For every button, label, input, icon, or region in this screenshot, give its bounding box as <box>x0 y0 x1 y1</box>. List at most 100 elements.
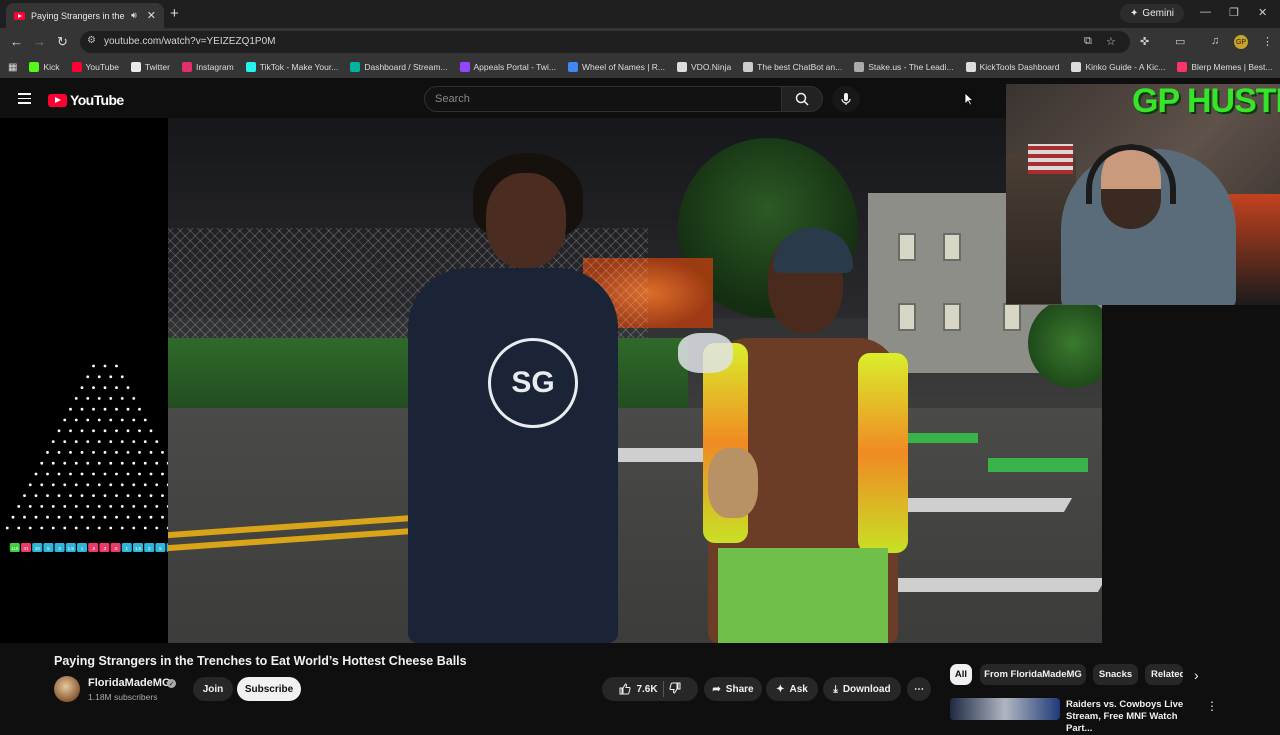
chip-related[interactable]: Related <box>1145 664 1183 685</box>
guest-bag <box>708 448 758 518</box>
interviewer-figure <box>408 268 618 643</box>
chip-all[interactable]: All <box>950 664 972 685</box>
thumbs-up-icon <box>619 683 632 695</box>
bookmark-item[interactable]: Kinko Guide - A Kic... <box>1071 62 1165 72</box>
ask-button[interactable]: ✦ Ask <box>766 677 818 701</box>
install-app-icon[interactable]: ⧉ <box>1084 35 1092 48</box>
plinko-peg <box>69 494 72 497</box>
reload-icon[interactable]: ↻ <box>57 34 68 50</box>
browser-tab-active[interactable]: Paying Strangers in the Trenches 🔊︎ ✕ <box>6 3 164 28</box>
site-info-icon[interactable]: ⚙︎ <box>87 35 96 46</box>
bookmark-item[interactable]: KickTools Dashboard <box>965 62 1059 72</box>
bookmark-item[interactable]: Appeals Portal - Twi... <box>459 62 556 72</box>
plinko-multiplier: .3 <box>99 543 110 552</box>
plinko-peg <box>115 386 118 389</box>
plinko-peg <box>138 472 141 476</box>
svg-text:.3: .3 <box>103 546 107 551</box>
plinko-peg <box>161 515 164 519</box>
bookmark-item[interactable]: VDO.Ninja <box>677 62 731 72</box>
back-arrow-icon[interactable]: ← <box>10 34 23 49</box>
microphone-hand <box>678 333 733 373</box>
url-text[interactable]: youtube.com/watch?v=YEIZEZQ1P0M <box>104 36 275 47</box>
plinko-peg <box>126 429 130 433</box>
plinko-peg <box>132 418 136 422</box>
plinko-peg <box>63 418 67 422</box>
voice-search-button[interactable] <box>832 86 860 112</box>
dislike-button[interactable] <box>668 682 681 697</box>
bookmark-item[interactable]: Instagram <box>181 62 234 72</box>
speaker-icon[interactable]: 🔊︎ <box>131 10 137 21</box>
bookmark-item[interactable]: Stake.us - The Leadi... <box>854 62 954 72</box>
plinko-peg <box>115 429 118 433</box>
plinko-peg <box>86 418 90 422</box>
omnibox[interactable]: ⚙︎ youtube.com/watch?v=YEIZEZQ1P0M <box>80 31 1130 53</box>
recommended-title[interactable]: Raiders vs. Cowboys Live Stream, Free MN… <box>1066 699 1196 735</box>
video-player[interactable]: SG <box>168 118 1102 643</box>
plinko-peg <box>103 494 107 497</box>
bookmark-item[interactable]: The best ChatBot an... <box>743 62 842 72</box>
plinko-multiplier: 1.5 <box>65 543 76 552</box>
plinko-peg <box>92 515 95 519</box>
plinko-peg <box>69 451 72 454</box>
subscribe-button[interactable]: Subscribe <box>237 677 301 701</box>
bookmark-item[interactable]: Blerp Memes | Best... <box>1177 62 1272 72</box>
plinko-peg <box>74 397 78 400</box>
new-tab-button[interactable]: + <box>170 5 179 22</box>
profile-avatar[interactable]: GP <box>1234 35 1248 49</box>
menu-kebab-icon[interactable]: ⋮ <box>1262 35 1273 48</box>
close-tab-icon[interactable]: ✕ <box>147 9 156 22</box>
extensions-icon[interactable]: ✜ <box>1140 35 1149 48</box>
search-input[interactable]: Search <box>424 86 782 112</box>
plinko-peg <box>97 461 101 465</box>
bookmark-item[interactable]: Twitter <box>130 62 170 72</box>
plinko-peg <box>57 494 61 497</box>
more-dots-icon: ⋯ <box>914 683 924 695</box>
plinko-peg <box>132 483 136 487</box>
minimize-icon[interactable]: — <box>1200 6 1211 18</box>
channel-avatar[interactable] <box>54 676 80 702</box>
bookmark-item[interactable]: TikTok - Make Your... <box>245 62 338 72</box>
share-button[interactable]: ➦ Share <box>704 677 762 701</box>
hamburger-menu-icon[interactable] <box>18 93 31 104</box>
plinko-peg <box>109 461 113 465</box>
bookmark-item[interactable]: Kick <box>29 62 60 72</box>
chip-from-channel[interactable]: From FloridaMadeMG <box>980 664 1086 685</box>
cast-icon[interactable]: ▭ <box>1175 35 1185 48</box>
gemini-button[interactable]: ✦ Gemini <box>1120 4 1184 23</box>
svg-text:.5: .5 <box>91 546 95 551</box>
media-controls-icon[interactable]: ♫ <box>1211 35 1219 47</box>
plinko-peg <box>115 494 118 497</box>
bookmark-item[interactable]: Wheel of Names | R... <box>568 62 665 72</box>
sparkle-icon: ✦ <box>1129 8 1139 19</box>
chevron-right-icon[interactable]: › <box>1194 667 1199 683</box>
join-button[interactable]: Join <box>193 677 233 701</box>
apps-grid-icon[interactable]: ▦ <box>8 62 17 73</box>
bookmark-item[interactable]: YouTube <box>71 62 119 72</box>
like-button[interactable]: 7.6K <box>619 683 658 695</box>
plinko-peg <box>103 407 107 411</box>
plinko-peg <box>138 451 141 454</box>
chip-snacks[interactable]: Snacks <box>1093 664 1138 685</box>
search-button[interactable] <box>781 86 823 112</box>
svg-text:1.5: 1.5 <box>68 546 75 551</box>
youtube-logo-text: YouTube <box>70 92 124 108</box>
download-button[interactable]: ⤓ Download <box>823 677 901 701</box>
plinko-peg <box>92 407 95 411</box>
bookmark-favicon-icon <box>29 62 40 72</box>
bookmark-item[interactable]: Dashboard / Stream... <box>350 62 448 72</box>
plinko-peg <box>74 440 78 443</box>
bookmark-favicon-icon <box>245 62 256 72</box>
channel-name[interactable]: FloridaMadeMG <box>88 677 171 689</box>
bookmark-star-icon[interactable]: ☆ <box>1106 35 1116 48</box>
plinko-peg <box>34 494 38 497</box>
plinko-peg <box>46 494 49 497</box>
plinko-peg <box>126 472 130 476</box>
youtube-logo[interactable]: YouTube <box>48 92 124 108</box>
restore-icon[interactable]: ❐ <box>1229 6 1239 19</box>
forward-arrow-icon[interactable]: → <box>33 34 46 49</box>
recommended-menu-icon[interactable]: ⋮ <box>1206 699 1218 713</box>
close-window-icon[interactable]: ✕ <box>1258 6 1267 19</box>
guest-pants <box>718 548 888 643</box>
recommended-thumbnail[interactable] <box>950 698 1060 720</box>
more-actions-button[interactable]: ⋯ <box>907 677 931 701</box>
